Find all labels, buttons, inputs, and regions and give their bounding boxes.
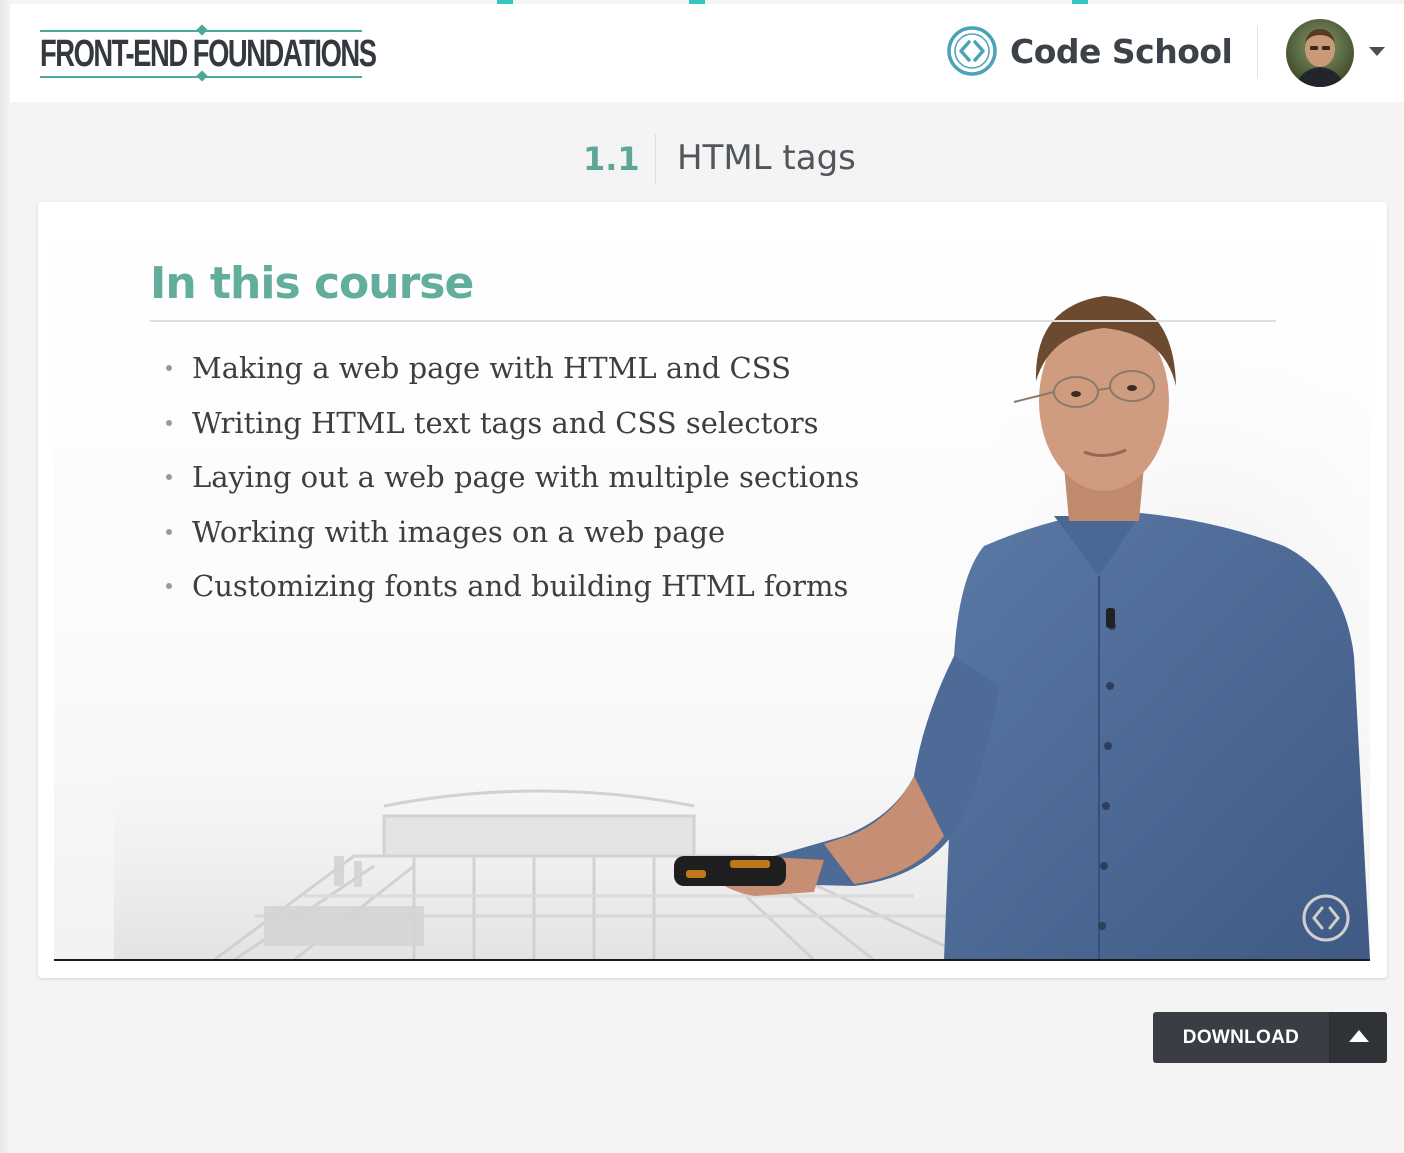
lesson-number: 1.1 [583, 140, 640, 178]
site-header: FRONT-END FOUNDATIONS Code School [10, 4, 1404, 102]
bullet-icon [166, 583, 172, 589]
chevron-down-icon[interactable] [1369, 47, 1385, 56]
slide-bullet-text: Making a web page with HTML and CSS [192, 351, 791, 385]
video-progress-track[interactable] [54, 959, 1370, 961]
lesson-title: HTML tags [677, 138, 856, 178]
slide-bullet-item: Making a web page with HTML and CSS [162, 346, 859, 401]
code-school-watermark-icon [1302, 894, 1350, 942]
code-school-logo[interactable]: Code School [946, 24, 1233, 78]
slide-bullet-text: Laying out a web page with multiple sect… [192, 460, 860, 494]
slide-bullet-text: Customizing fonts and building HTML form… [192, 569, 849, 603]
download-options-toggle[interactable] [1329, 1012, 1387, 1063]
bullet-icon [166, 365, 172, 371]
code-brackets-icon [947, 26, 997, 76]
bullet-icon [166, 419, 172, 426]
lesson-separator [655, 134, 656, 184]
chevron-up-icon [1349, 1030, 1369, 1042]
slide-bullet-text: Working with images on a web page [192, 514, 726, 549]
code-school-label: Code School [1010, 31, 1233, 71]
slide-bullet-list: Making a web page with HTML and CSS Writ… [162, 346, 859, 619]
brand-wordmark: FRONT-END FOUNDATIONS [40, 33, 377, 75]
slide-bullet-item: Writing HTML text tags and CSS selectors [162, 401, 859, 456]
download-button[interactable]: DOWNLOAD [1153, 1012, 1329, 1063]
slide-heading: In this course [150, 258, 474, 309]
brand-logo[interactable]: FRONT-END FOUNDATIONS [40, 22, 377, 84]
slide-bullet-item: Laying out a web page with multiple sect… [162, 455, 859, 510]
video-player[interactable]: In this course Making a web page with HT… [54, 216, 1370, 960]
user-avatar[interactable] [1286, 19, 1354, 87]
avatar-image [1286, 19, 1354, 87]
slide-divider [150, 320, 1276, 322]
slide-bullet-text: Writing HTML text tags and CSS selectors [192, 405, 819, 440]
slide-bullet-item: Customizing fonts and building HTML form… [162, 564, 859, 619]
bullet-icon [166, 474, 172, 480]
video-player-card: In this course Making a web page with HT… [38, 202, 1387, 978]
bullet-icon [166, 528, 172, 535]
download-button-group: DOWNLOAD [1153, 1012, 1387, 1063]
lesson-title-bar: 1.1 HTML tags [0, 134, 1404, 186]
header-divider [1257, 26, 1258, 78]
slide-bullet-item: Working with images on a web page [162, 510, 859, 565]
